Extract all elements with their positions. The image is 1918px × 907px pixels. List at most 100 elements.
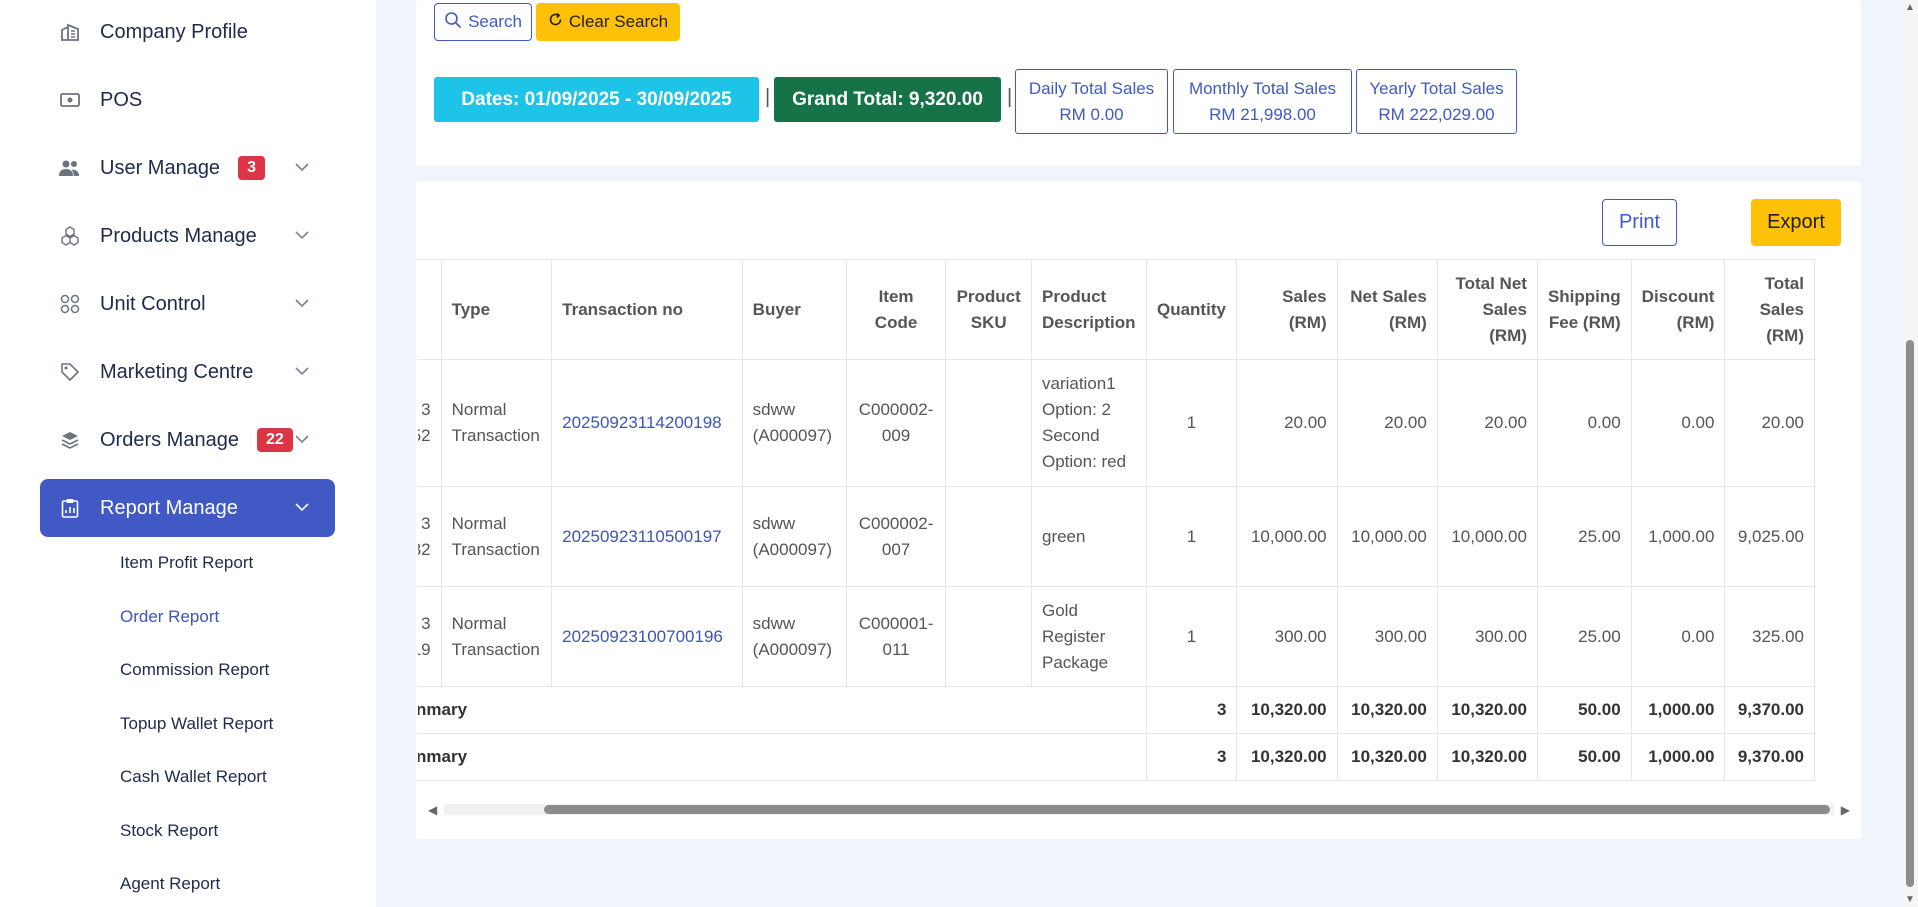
sidebar-item-label: POS — [100, 88, 143, 111]
sidebar-item-company-profile[interactable]: Company Profile — [40, 3, 335, 61]
column-header-transaction-no[interactable]: Transaction no — [551, 259, 743, 360]
sidebar-item-orders-manage[interactable]: Orders Manage 22 — [40, 411, 335, 469]
search-button[interactable]: Search — [434, 3, 532, 41]
yearly-total-label: Yearly Total Sales — [1369, 78, 1504, 98]
cell-date: - 3 7:19 — [418, 586, 442, 687]
summary-total-sales: 9,370.00 — [1724, 686, 1815, 734]
scroll-left-arrow-icon[interactable]: ◀ — [428, 803, 437, 817]
sidebar-item-marketing-centre[interactable]: Marketing Centre — [40, 343, 335, 401]
column-header-net-sales[interactable]: Net Sales (RM) — [1336, 259, 1438, 360]
sidebar-item-report-manage[interactable]: Report Manage — [40, 479, 335, 537]
column-header-product-description[interactable]: Product Description — [1030, 259, 1147, 360]
clear-search-button[interactable]: Clear Search — [536, 3, 680, 41]
chevron-down-icon — [295, 499, 309, 517]
clipboard-chart-icon — [40, 498, 100, 518]
column-header-item-code[interactable]: Item Code — [845, 259, 947, 360]
sidebar-item-unit-control[interactable]: Unit Control — [40, 275, 335, 333]
scroll-right-arrow-icon[interactable]: ▶ — [1841, 803, 1850, 817]
sidebar-item-products-manage[interactable]: Products Manage — [40, 207, 335, 265]
summary-total-net-sales: 10,320.00 — [1436, 733, 1538, 781]
cell-quantity: 1 — [1145, 486, 1238, 587]
scroll-down-arrow-icon[interactable]: ▼ — [1905, 894, 1915, 905]
submenu-commission-report[interactable]: Commission Report — [120, 660, 269, 680]
cell-product-description: Gold Register Package — [1030, 586, 1147, 687]
submenu-agent-report[interactable]: Agent Report — [120, 874, 220, 894]
summary-net-sales: 10,320.00 — [1336, 733, 1438, 781]
scroll-up-arrow-icon[interactable]: ▲ — [1905, 2, 1915, 13]
column-header-buyer[interactable]: Buyer — [741, 259, 847, 360]
scrollbar-thumb[interactable] — [544, 805, 1830, 814]
cash-icon — [40, 92, 100, 108]
cell-discount: 1,000.00 — [1630, 486, 1726, 587]
cell-total-net-sales: 10,000.00 — [1436, 486, 1538, 587]
cell-net-sales: 300.00 — [1336, 586, 1438, 687]
tag-icon — [40, 362, 100, 382]
cell-date: - 3 2:52 — [418, 359, 442, 487]
export-button[interactable]: Export — [1751, 199, 1841, 246]
cell-total-net-sales: 300.00 — [1436, 586, 1538, 687]
transaction-link[interactable]: 20250923110500197 — [562, 527, 721, 546]
yearly-total-value: RM 222,029.00 — [1378, 104, 1495, 124]
cell-net-sales: 20.00 — [1336, 359, 1438, 487]
transaction-link[interactable]: 20250923100700196 — [562, 627, 723, 646]
daily-total-sales-box: Daily Total Sales RM 0.00 — [1015, 69, 1168, 134]
cell-product-sku — [945, 359, 1032, 487]
transaction-link[interactable]: 20250923114200198 — [562, 413, 721, 432]
column-header-date[interactable] — [418, 259, 442, 360]
cell-type: Normal Transaction — [440, 586, 553, 687]
cell-discount: 0.00 — [1630, 359, 1726, 487]
search-button-label: Search — [468, 12, 522, 31]
building-icon — [40, 22, 100, 42]
cell-sales: 300.00 — [1236, 586, 1338, 687]
cell-total-net-sales: 20.00 — [1436, 359, 1538, 487]
submenu-item-profit-report[interactable]: Item Profit Report — [120, 553, 253, 573]
submenu-order-report[interactable]: Order Report — [120, 607, 219, 627]
table-row: - 3 2:52 Normal Transaction 202509231142… — [418, 359, 1815, 487]
cell-transaction-no: 20250923110500197 — [551, 486, 743, 587]
monthly-total-label: Monthly Total Sales — [1188, 78, 1337, 98]
column-header-quantity[interactable]: Quantity — [1145, 259, 1238, 360]
column-header-product-sku[interactable]: Product SKU — [945, 259, 1032, 360]
cell-buyer: sdww (A000097) — [741, 486, 847, 587]
sidebar-item-label: Company Profile — [100, 20, 248, 43]
refresh-icon — [548, 12, 563, 32]
chevron-down-icon — [295, 159, 309, 177]
daily-total-label: Daily Total Sales — [1028, 78, 1155, 98]
page-vertical-scrollbar[interactable]: ▲ ▼ — [1902, 0, 1918, 907]
monthly-total-value: RM 21,998.00 — [1209, 104, 1316, 124]
chevron-down-icon — [295, 295, 309, 313]
separator: | — [765, 86, 771, 108]
cell-product-description: green — [1030, 486, 1147, 587]
cell-item-code: C000002-009 — [845, 359, 947, 487]
horizontal-scrollbar[interactable]: ◀ ▶ — [424, 801, 1854, 817]
page-scrollbar-thumb[interactable] — [1906, 340, 1914, 887]
submenu-stock-report[interactable]: Stock Report — [120, 821, 218, 841]
cell-product-description: variation1 Option: 2 Second Option: red — [1030, 359, 1147, 487]
column-header-type[interactable]: Type — [440, 259, 553, 360]
cell-transaction-no: 20250923100700196 — [551, 586, 743, 687]
sidebar-item-user-manage[interactable]: User Manage 3 — [40, 139, 335, 197]
column-header-sales[interactable]: Sales (RM) — [1236, 259, 1338, 360]
sidebar-item-label: Marketing Centre — [100, 360, 254, 383]
submenu-cash-wallet-report[interactable]: Cash Wallet Report — [120, 767, 267, 787]
cell-net-sales: 10,000.00 — [1336, 486, 1438, 587]
cell-shipping-fee: 25.00 — [1536, 586, 1632, 687]
sidebar-item-pos[interactable]: POS — [40, 71, 335, 129]
print-button[interactable]: Print — [1602, 199, 1677, 246]
summary-total-net-sales: 10,320.00 — [1436, 686, 1538, 734]
cell-shipping-fee: 25.00 — [1536, 486, 1632, 587]
column-header-total-net-sales[interactable]: Total Net Sales (RM) — [1436, 259, 1538, 360]
boxes-icon — [40, 226, 100, 246]
summary-label: nmary — [418, 686, 1147, 734]
column-header-total-sales[interactable]: Total Sales (RM) — [1724, 259, 1815, 360]
sidebar: Company Profile POS User Manage 3 Produc… — [0, 0, 376, 907]
chevron-down-icon — [295, 363, 309, 381]
sidebar-item-label: Unit Control — [100, 292, 206, 315]
column-header-shipping-fee[interactable]: Shipping Fee (RM) — [1536, 259, 1632, 360]
summary-label: nmary — [418, 733, 1147, 781]
submenu-topup-wallet-report[interactable]: Topup Wallet Report — [120, 714, 273, 734]
order-table-scroll[interactable]: Type Transaction no Buyer Item Code Prod… — [418, 259, 1858, 782]
yearly-total-sales-box: Yearly Total Sales RM 222,029.00 — [1356, 69, 1517, 134]
sidebar-item-label: Products Manage — [100, 224, 257, 247]
column-header-discount[interactable]: Discount (RM) — [1630, 259, 1726, 360]
